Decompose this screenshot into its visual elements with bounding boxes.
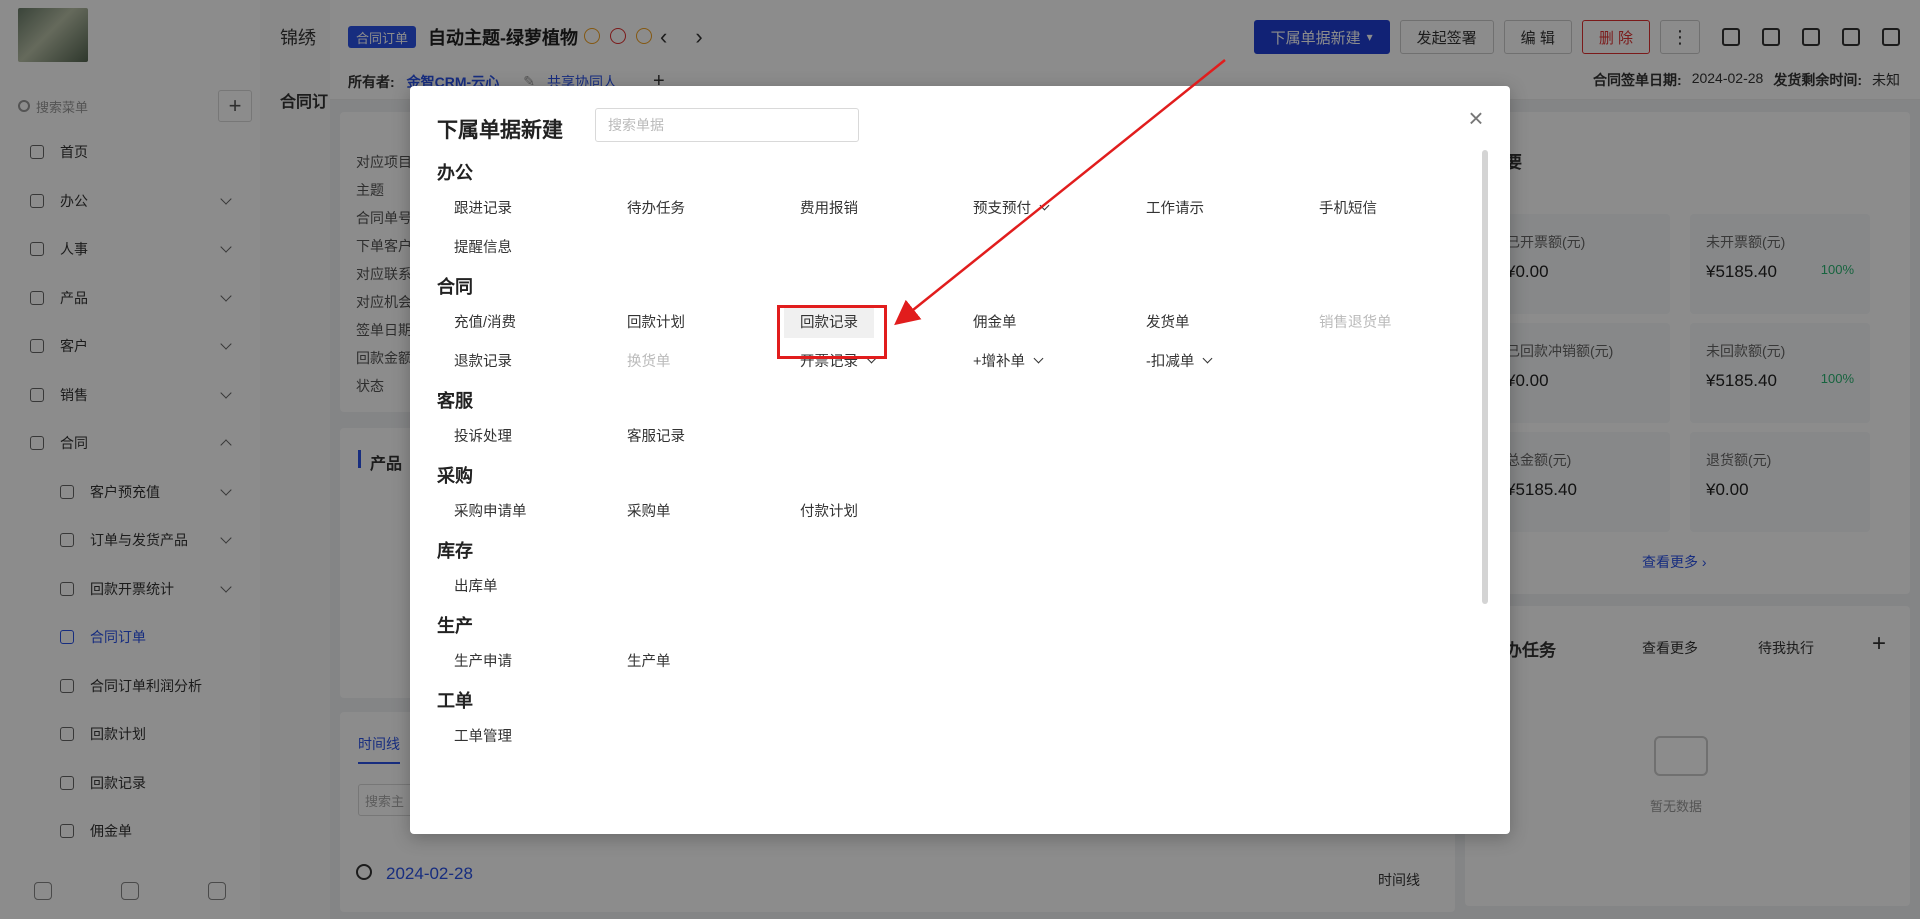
chevron-down-icon[interactable]: [1039, 200, 1050, 210]
doc-type-option[interactable]: 采购申请单: [454, 491, 627, 530]
doc-type-option[interactable]: 提醒信息: [454, 227, 627, 266]
modal-search-input[interactable]: [595, 108, 859, 142]
modal-section-grid: 生产申请 生产单: [437, 641, 1477, 680]
doc-type-label: 费用报销: [800, 201, 858, 217]
doc-type-option[interactable]: 待办任务: [627, 188, 800, 227]
doc-type-label: 出库单: [454, 579, 498, 595]
doc-type-option: 销售退货单: [1319, 302, 1477, 341]
doc-type-option[interactable]: 出库单: [454, 566, 627, 605]
doc-type-label: 充值/消费: [454, 315, 517, 331]
doc-type-option[interactable]: +增补单: [973, 341, 1146, 380]
modal-title: 下属单据新建: [437, 119, 563, 142]
sub-create-modal: 下属单据新建 × 办公跟进记录 待办任务 费用报销 预支预付 工作请示 手机短信提醒信息合…: [410, 86, 1510, 834]
modal-section-grid: 充值/消费 回款计划 回款记录 佣金单 发货单 销售退货单 退款记录 换货单 开票记录 +增补单 -…: [437, 302, 1477, 380]
doc-type-option[interactable]: 付款计划: [800, 491, 973, 530]
doc-type-option[interactable]: 手机短信: [1319, 188, 1477, 227]
annotation-highlight-box: [777, 305, 887, 359]
doc-type-label: 投诉处理: [454, 429, 512, 445]
doc-type-label: 客服记录: [627, 429, 685, 445]
doc-type-option: 换货单: [627, 341, 800, 380]
doc-type-label: -扣减单: [1146, 354, 1195, 370]
doc-type-option[interactable]: 费用报销: [800, 188, 973, 227]
chevron-down-icon[interactable]: [1202, 353, 1213, 363]
doc-type-label: 预支预付: [973, 201, 1031, 217]
doc-type-label: 退款记录: [454, 354, 512, 370]
doc-type-option[interactable]: 回款计划: [627, 302, 800, 341]
doc-type-option[interactable]: 发货单: [1146, 302, 1319, 341]
doc-type-option[interactable]: 工作请示: [1146, 188, 1319, 227]
doc-type-option[interactable]: 充值/消费: [454, 302, 627, 341]
doc-type-label: 手机短信: [1319, 201, 1377, 217]
close-icon[interactable]: ×: [1462, 103, 1490, 133]
doc-type-option[interactable]: 佣金单: [973, 302, 1146, 341]
doc-type-option[interactable]: 工单管理: [454, 716, 627, 755]
doc-type-label: 跟进记录: [454, 201, 512, 217]
doc-type-label: +增补单: [973, 354, 1025, 370]
modal-body: 办公跟进记录 待办任务 费用报销 预支预付 工作请示 手机短信提醒信息合同充值/消费 回款计…: [437, 152, 1477, 812]
doc-type-label: 回款计划: [627, 315, 685, 331]
doc-type-option[interactable]: 退款记录: [454, 341, 627, 380]
doc-type-label: 发货单: [1146, 315, 1190, 331]
doc-type-option[interactable]: 投诉处理: [454, 416, 627, 455]
doc-type-option[interactable]: 生产申请: [454, 641, 627, 680]
modal-section-grid: 投诉处理 客服记录: [437, 416, 1477, 455]
doc-type-label: 生产单: [627, 654, 671, 670]
modal-section-grid: 工单管理: [437, 716, 1477, 755]
modal-section-grid: 采购申请单 采购单 付款计划: [437, 491, 1477, 530]
modal-section-title: 库存: [437, 541, 473, 561]
modal-section-title: 生产: [437, 616, 473, 636]
doc-type-label: 工作请示: [1146, 201, 1204, 217]
doc-type-option[interactable]: 采购单: [627, 491, 800, 530]
doc-type-label: 销售退货单: [1319, 315, 1392, 331]
doc-type-label: 待办任务: [627, 201, 685, 217]
modal-section-title: 合同: [437, 277, 473, 297]
doc-type-label: 生产申请: [454, 654, 512, 670]
modal-section-title: 办公: [437, 163, 473, 183]
modal-section-title: 客服: [437, 391, 473, 411]
chevron-down-icon[interactable]: [1033, 353, 1044, 363]
modal-scrollbar[interactable]: [1482, 150, 1488, 604]
doc-type-option[interactable]: 跟进记录: [454, 188, 627, 227]
doc-type-option[interactable]: 生产单: [627, 641, 800, 680]
doc-type-label: 提醒信息: [454, 240, 512, 256]
modal-section-grid: 跟进记录 待办任务 费用报销 预支预付 工作请示 手机短信提醒信息: [437, 188, 1477, 266]
modal-section-title: 采购: [437, 466, 473, 486]
doc-type-label: 付款计划: [800, 504, 858, 520]
doc-type-label: 换货单: [627, 354, 671, 370]
modal-section-title: 工单: [437, 691, 473, 711]
doc-type-label: 工单管理: [454, 729, 512, 745]
doc-type-option[interactable]: 预支预付: [973, 188, 1146, 227]
doc-type-label: 采购申请单: [454, 504, 527, 520]
doc-type-option[interactable]: 客服记录: [627, 416, 800, 455]
doc-type-label: 采购单: [627, 504, 671, 520]
modal-section-grid: 出库单: [437, 566, 1477, 605]
doc-type-option[interactable]: -扣减单: [1146, 341, 1319, 380]
doc-type-label: 佣金单: [973, 315, 1017, 331]
